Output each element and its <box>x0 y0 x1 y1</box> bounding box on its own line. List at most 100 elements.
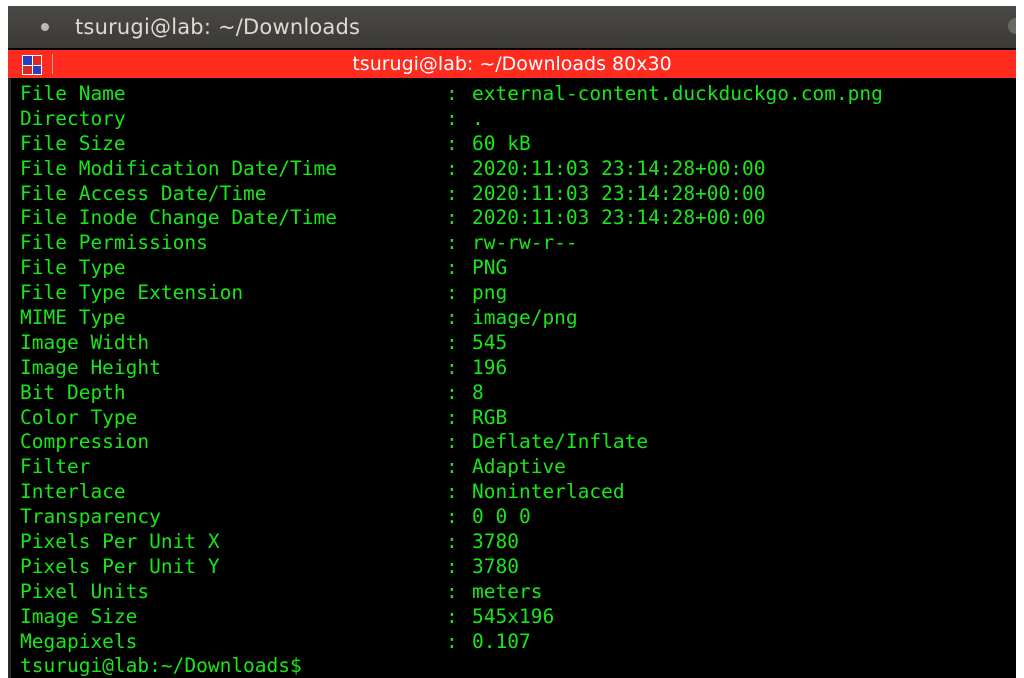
field-name: File Name <box>20 82 126 105</box>
field-name: File Permissions <box>20 231 208 255</box>
field-value: Deflate/Inflate <box>472 430 649 454</box>
output-line: Image Height:196 <box>20 356 1010 381</box>
terminal-titlebar[interactable]: tsurugi@lab: ~/Downloads 80x30 <box>8 50 1016 78</box>
field-value: external-content.duckduckgo.com.png <box>472 82 883 105</box>
output-line: Transparency:0 0 0 <box>20 505 1010 530</box>
field-separator: : <box>446 430 458 454</box>
output-line: Bit Depth:8 <box>20 381 1010 406</box>
output-line: File Modification Date/Time:2020:11:03 2… <box>20 157 1010 182</box>
output-line: File Type Extension: png <box>20 281 1010 306</box>
field-value: 2020:11:03 23:14:28+00:00 <box>472 206 766 230</box>
field-separator: : <box>446 82 458 105</box>
output-line: Color Type: RGB <box>20 406 1010 431</box>
field-value: 545x196 <box>472 604 555 628</box>
field-separator: : <box>446 206 458 230</box>
field-name: Bit Depth <box>20 380 126 404</box>
terminal-title: tsurugi@lab: ~/Downloads 80x30 <box>352 53 672 75</box>
terminal-app-icon[interactable] <box>22 55 42 75</box>
field-separator: : <box>446 554 458 578</box>
field-name: Image Height <box>20 355 161 379</box>
field-separator: : <box>446 106 458 130</box>
field-value: PNG <box>472 256 508 280</box>
field-separator: : <box>446 355 458 379</box>
output-line: Megapixels:0.107 <box>20 630 1010 655</box>
field-separator: : <box>446 405 458 429</box>
field-separator: : <box>446 629 458 653</box>
field-value: 60 kB <box>472 131 531 155</box>
field-name: Image Size <box>20 604 138 628</box>
field-name: File Access Date/Time <box>20 181 267 205</box>
window-titlebar[interactable]: tsurugi@lab: ~/Downloads <box>8 6 1016 48</box>
field-value: . <box>472 106 484 130</box>
field-name: Directory <box>20 106 126 130</box>
field-value: 545 <box>472 330 508 354</box>
field-separator: : <box>446 131 458 155</box>
output-line: Pixel Units: meters <box>20 580 1010 605</box>
field-value: png <box>472 281 508 305</box>
field-value: image/png <box>472 306 578 330</box>
output-line: Directory:. <box>20 107 1010 132</box>
field-name: Color Type <box>20 405 138 429</box>
field-value: 2020:11:03 23:14:28+00:00 <box>472 156 766 180</box>
field-separator: : <box>446 156 458 180</box>
field-value: Adaptive <box>472 455 566 479</box>
output-line: Pixels Per Unit X:3780 <box>20 530 1010 555</box>
field-name: File Type <box>20 256 126 280</box>
shell-prompt[interactable]: tsurugi@lab:~/Downloads$ <box>20 654 1010 678</box>
field-name: Interlace <box>20 480 126 504</box>
output-line: Interlace: Noninterlaced <box>20 480 1010 505</box>
field-value: 196 <box>472 355 508 379</box>
field-value: 3780 <box>472 530 519 554</box>
output-line: File Size:60 kB <box>20 132 1010 157</box>
field-value: 2020:11:03 23:14:28+00:00 <box>472 181 766 205</box>
output-line: File Access Date/Time:2020:11:03 23:14:2… <box>20 182 1010 207</box>
field-separator: : <box>446 455 458 479</box>
terminal-left-border <box>8 78 11 678</box>
field-name: File Size <box>20 131 126 155</box>
field-name: File Modification Date/Time <box>20 156 337 180</box>
field-value: 0.107 <box>472 629 531 653</box>
field-separator: : <box>446 231 458 255</box>
window-control-icon[interactable] <box>1008 18 1016 34</box>
field-separator: : <box>446 281 458 305</box>
output-line: Image Width:545 <box>20 331 1010 356</box>
field-separator: : <box>446 181 458 205</box>
field-name: MIME Type <box>20 306 126 330</box>
field-name: Compression <box>20 430 150 454</box>
field-value: 0 0 0 <box>472 505 531 529</box>
titlebar-divider <box>52 54 53 74</box>
field-separator: : <box>446 330 458 354</box>
field-name: Transparency <box>20 505 161 529</box>
field-value: 8 <box>472 380 484 404</box>
field-separator: : <box>446 380 458 404</box>
field-separator: : <box>446 579 458 603</box>
window-title: tsurugi@lab: ~/Downloads <box>75 15 361 39</box>
output-line: File Permissions: rw-rw-r-- <box>20 231 1010 256</box>
field-value: 3780 <box>472 554 519 578</box>
field-name: Image Width <box>20 330 150 354</box>
output-line: File Inode Change Date/Time:2020:11:03 2… <box>20 206 1010 231</box>
field-value: RGB <box>472 405 508 429</box>
field-value: rw-rw-r-- <box>472 231 578 255</box>
output-line: MIME Type: image/png <box>20 306 1010 331</box>
field-name: Filter <box>20 455 91 479</box>
output-line: Filter: Adaptive <box>20 455 1010 480</box>
output-line: Pixels Per Unit Y:3780 <box>20 555 1010 580</box>
field-name: Pixels Per Unit Y <box>20 554 220 578</box>
output-line: Image Size:545x196 <box>20 605 1010 630</box>
terminal-output[interactable]: File Name: external-content.duckduckgo.co… <box>20 82 1010 678</box>
field-name: File Type Extension <box>20 281 244 305</box>
field-name: Megapixels <box>20 629 138 653</box>
field-separator: : <box>446 604 458 628</box>
field-value: meters <box>472 579 543 603</box>
field-name: Pixels Per Unit X <box>20 530 220 554</box>
window-menu-dot-icon[interactable] <box>41 23 49 31</box>
output-line: Compression: Deflate/Inflate <box>20 430 1010 455</box>
field-separator: : <box>446 530 458 554</box>
terminal-window: tsurugi@lab: ~/Downloads tsurugi@lab: ~/… <box>8 6 1016 678</box>
field-separator: : <box>446 480 458 504</box>
field-name: Pixel Units <box>20 579 150 603</box>
field-separator: : <box>446 306 458 330</box>
field-value: Noninterlaced <box>472 480 625 504</box>
output-line: File Type: PNG <box>20 256 1010 281</box>
